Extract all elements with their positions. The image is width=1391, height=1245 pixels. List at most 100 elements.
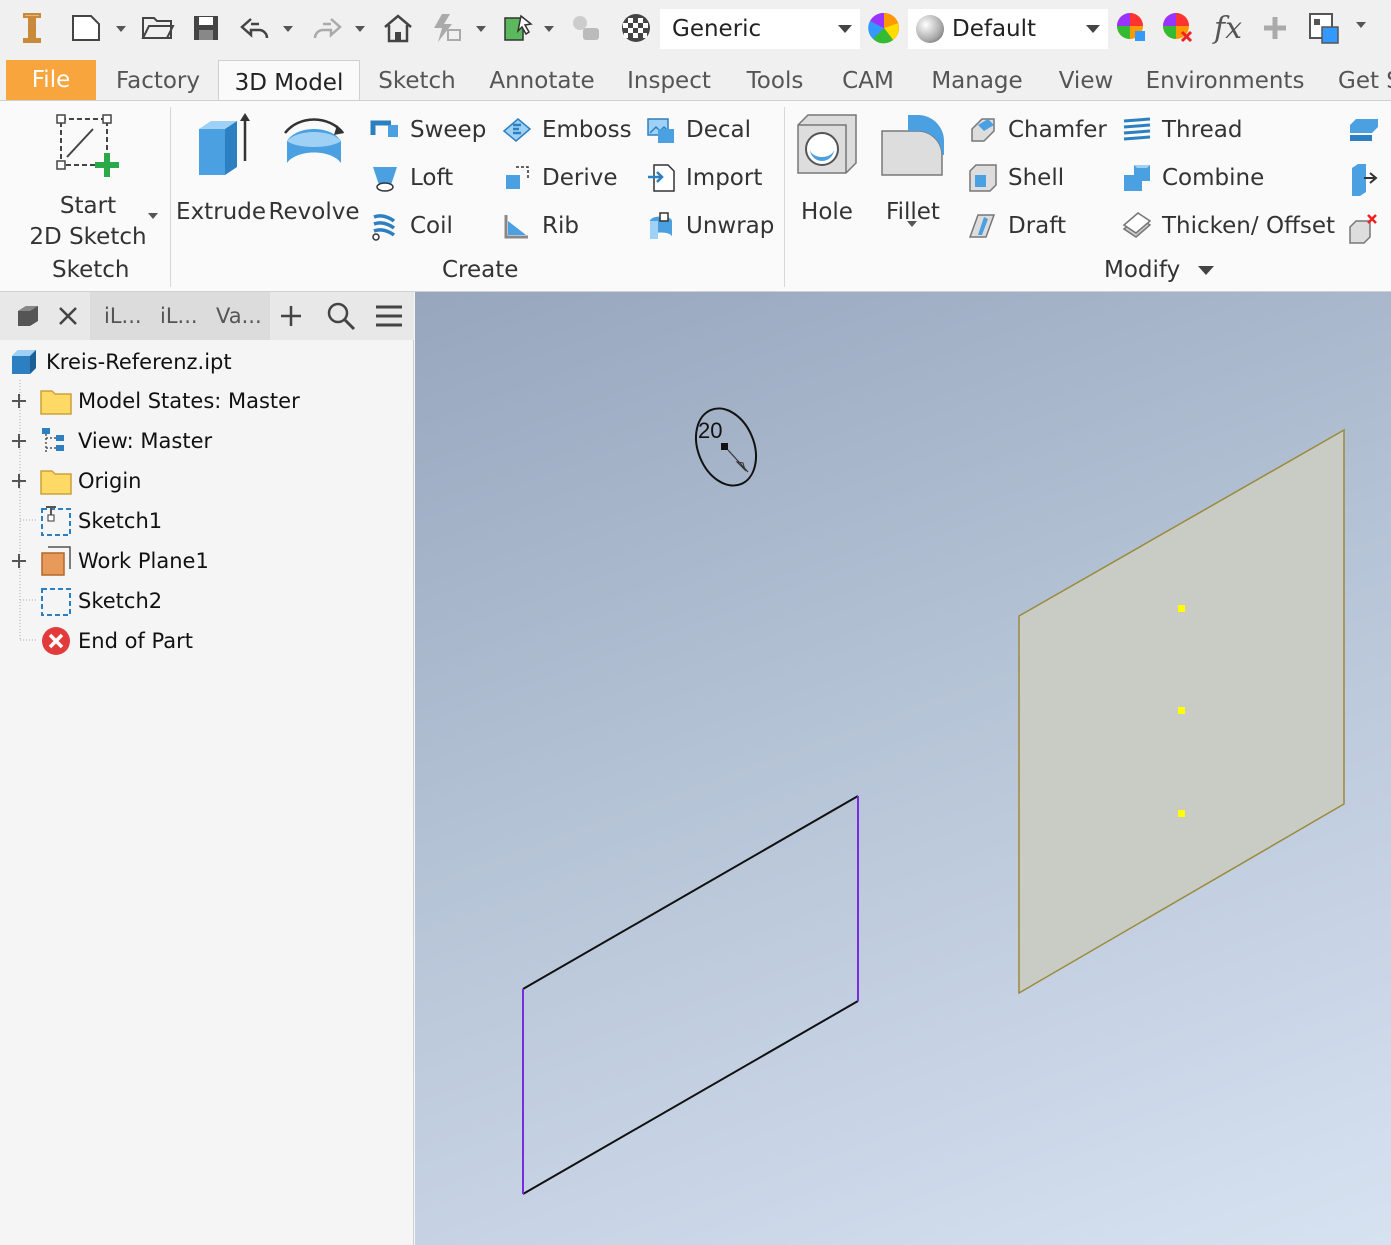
graphics-viewport[interactable]: 20: [415, 292, 1391, 1245]
delete-face-icon[interactable]: [1346, 209, 1382, 249]
thicken-offset-button[interactable]: Thicken/ Offset: [1122, 211, 1335, 241]
plus-icon[interactable]: [1260, 8, 1290, 48]
fx-parameters-icon[interactable]: fx: [1208, 8, 1248, 48]
work-plane-point[interactable]: [1178, 810, 1185, 817]
clear-appearance-icon[interactable]: [1160, 8, 1196, 48]
tree-item-view[interactable]: View: Master: [40, 421, 212, 461]
expand-icon[interactable]: [12, 434, 26, 448]
search-icon[interactable]: [326, 292, 356, 340]
tab-tools[interactable]: Tools: [732, 60, 818, 102]
tree-item-origin[interactable]: Origin: [40, 461, 141, 501]
fillet-dropdown-icon[interactable]: [907, 221, 917, 227]
import-button[interactable]: Import: [646, 163, 762, 193]
home-view-icon[interactable]: [378, 8, 418, 48]
shell-button[interactable]: Shell: [968, 163, 1064, 193]
hole-icon: [797, 114, 857, 174]
open-folder-icon[interactable]: [138, 8, 178, 48]
menu-icon[interactable]: [374, 292, 404, 340]
loft-button[interactable]: Loft: [370, 163, 453, 193]
expand-icon[interactable]: [12, 474, 26, 488]
new-file-icon[interactable]: [66, 8, 106, 48]
update-icon[interactable]: [426, 8, 466, 48]
rib-button[interactable]: Rib: [502, 211, 579, 241]
dimension-value[interactable]: 20: [698, 418, 722, 444]
chamfer-button[interactable]: Chamfer: [968, 115, 1107, 145]
sketch-line-bottom[interactable]: [522, 1000, 859, 1195]
tab-cam[interactable]: CAM: [830, 60, 906, 102]
derive-button[interactable]: Derive: [502, 163, 617, 193]
emboss-button[interactable]: Emboss: [502, 115, 632, 145]
undo-dropdown-icon[interactable]: [283, 26, 293, 32]
add-tab-icon[interactable]: [278, 292, 304, 340]
decal-button[interactable]: Decal: [646, 115, 751, 145]
color-wheel-icon[interactable]: [866, 8, 902, 48]
sketch-line-top[interactable]: [522, 795, 859, 990]
tree-item-model-states[interactable]: Model States: Master: [40, 381, 300, 421]
appearance-dropdown[interactable]: Default: [908, 0, 1108, 58]
inventor-logo-icon[interactable]: [14, 8, 50, 48]
tree-root[interactable]: Kreis-Referenz.ipt: [10, 342, 232, 382]
extrude-button[interactable]: Extrude: [176, 111, 266, 228]
work-plane-point[interactable]: [1178, 605, 1185, 612]
material-dropdown[interactable]: Generic: [660, 0, 860, 58]
hole-label: Hole: [801, 199, 853, 225]
update-dropdown-icon[interactable]: [476, 26, 486, 32]
select-dropdown-icon[interactable]: [544, 26, 554, 32]
draft-button[interactable]: Draft: [968, 211, 1066, 241]
design-view-icon[interactable]: [1304, 8, 1344, 48]
appearance-checker-icon[interactable]: [616, 8, 656, 48]
tab-annotate[interactable]: Annotate: [478, 60, 606, 102]
sweep-button[interactable]: Sweep: [370, 115, 486, 145]
tree-item-sketch2[interactable]: Sketch2: [40, 581, 162, 621]
browser-tab-vault[interactable]: Va...: [216, 292, 262, 340]
circle-center-point[interactable]: [721, 443, 728, 450]
unwrap-button[interactable]: Unwrap: [646, 211, 774, 241]
customize-dropdown-icon[interactable]: [1356, 22, 1366, 28]
select-priority-icon[interactable]: [498, 8, 538, 48]
ribbon-tabs: File Factory 3D Model Sketch Annotate In…: [0, 58, 1391, 104]
tab-file[interactable]: File: [6, 60, 96, 100]
expand-icon[interactable]: [12, 554, 26, 568]
derive-label: Derive: [542, 165, 618, 191]
thread-button[interactable]: Thread: [1122, 115, 1242, 145]
revolve-button[interactable]: Revolve: [269, 111, 359, 228]
close-icon[interactable]: [56, 292, 80, 340]
redo-icon[interactable]: [306, 8, 346, 48]
tab-sketch[interactable]: Sketch: [368, 60, 466, 102]
materials-icon[interactable]: [566, 8, 606, 48]
split-icon[interactable]: [1346, 109, 1382, 149]
coil-icon: [372, 214, 396, 241]
draft-icon: [968, 214, 996, 238]
sphere-icon: [916, 15, 944, 43]
coil-button[interactable]: Coil: [370, 211, 453, 241]
browser-tab-ilogic[interactable]: iL...: [104, 292, 142, 340]
browser-tab-ilogic-2[interactable]: iL...: [160, 292, 198, 340]
hole-button[interactable]: Hole: [792, 111, 862, 228]
tab-factory[interactable]: Factory: [106, 60, 210, 102]
adjust-appearance-icon[interactable]: [1114, 8, 1150, 48]
expand-icon[interactable]: [12, 394, 26, 408]
rib-label: Rib: [542, 213, 579, 239]
model-cube-icon[interactable]: [14, 292, 42, 340]
tab-inspect[interactable]: Inspect: [618, 60, 720, 102]
tab-3d-model[interactable]: 3D Model: [218, 60, 360, 104]
new-file-dropdown-icon[interactable]: [116, 26, 126, 32]
start-2d-sketch-button[interactable]: Start 2D Sketch: [26, 111, 150, 253]
direct-edit-icon[interactable]: [1346, 159, 1382, 199]
tree-item-end-of-part[interactable]: End of Part: [40, 621, 193, 661]
tree-item-sketch1[interactable]: Sketch1: [40, 501, 162, 541]
tree-item-work-plane1[interactable]: Work Plane1: [40, 541, 209, 581]
browser-tabs: iL... iL... Va...: [0, 292, 414, 340]
tab-view[interactable]: View: [1048, 60, 1124, 102]
work-plane-point[interactable]: [1178, 707, 1185, 714]
save-icon[interactable]: [188, 8, 224, 48]
tab-get-started[interactable]: Get S: [1326, 60, 1391, 102]
sketch-dropdown-icon[interactable]: [148, 213, 158, 219]
tab-manage[interactable]: Manage: [918, 60, 1036, 102]
redo-dropdown-icon[interactable]: [355, 26, 365, 32]
modify-group-label[interactable]: Modify: [1104, 257, 1214, 283]
combine-button[interactable]: Combine: [1122, 163, 1264, 193]
tab-environments[interactable]: Environments: [1136, 60, 1314, 102]
undo-icon[interactable]: [236, 8, 276, 48]
fillet-button[interactable]: Fillet: [876, 111, 950, 228]
